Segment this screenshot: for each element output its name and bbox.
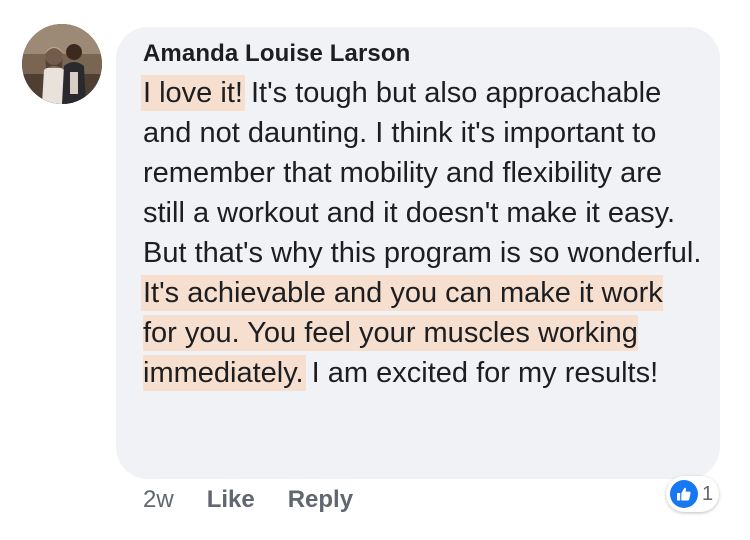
reaction-summary[interactable]: 1 — [666, 476, 720, 512]
comment-text-segment: I am excited for my results! — [303, 357, 659, 389]
highlighted-text: I love it! — [143, 77, 243, 109]
thumbs-up-icon — [670, 480, 698, 508]
comment-text: I love it! It's tough but also approacha… — [143, 73, 703, 393]
profile-photo — [22, 24, 102, 104]
timestamp[interactable]: 2w — [143, 486, 174, 514]
avatar[interactable] — [22, 24, 102, 104]
like-button[interactable]: Like — [207, 486, 255, 514]
comment-container: Amanda Louise Larson I love it! It's tou… — [0, 0, 750, 540]
reaction-count: 1 — [702, 482, 714, 505]
author-name[interactable]: Amanda Louise Larson — [143, 40, 410, 68]
comment-actions: 2w Like Reply — [143, 486, 386, 514]
reply-button[interactable]: Reply — [288, 486, 353, 514]
